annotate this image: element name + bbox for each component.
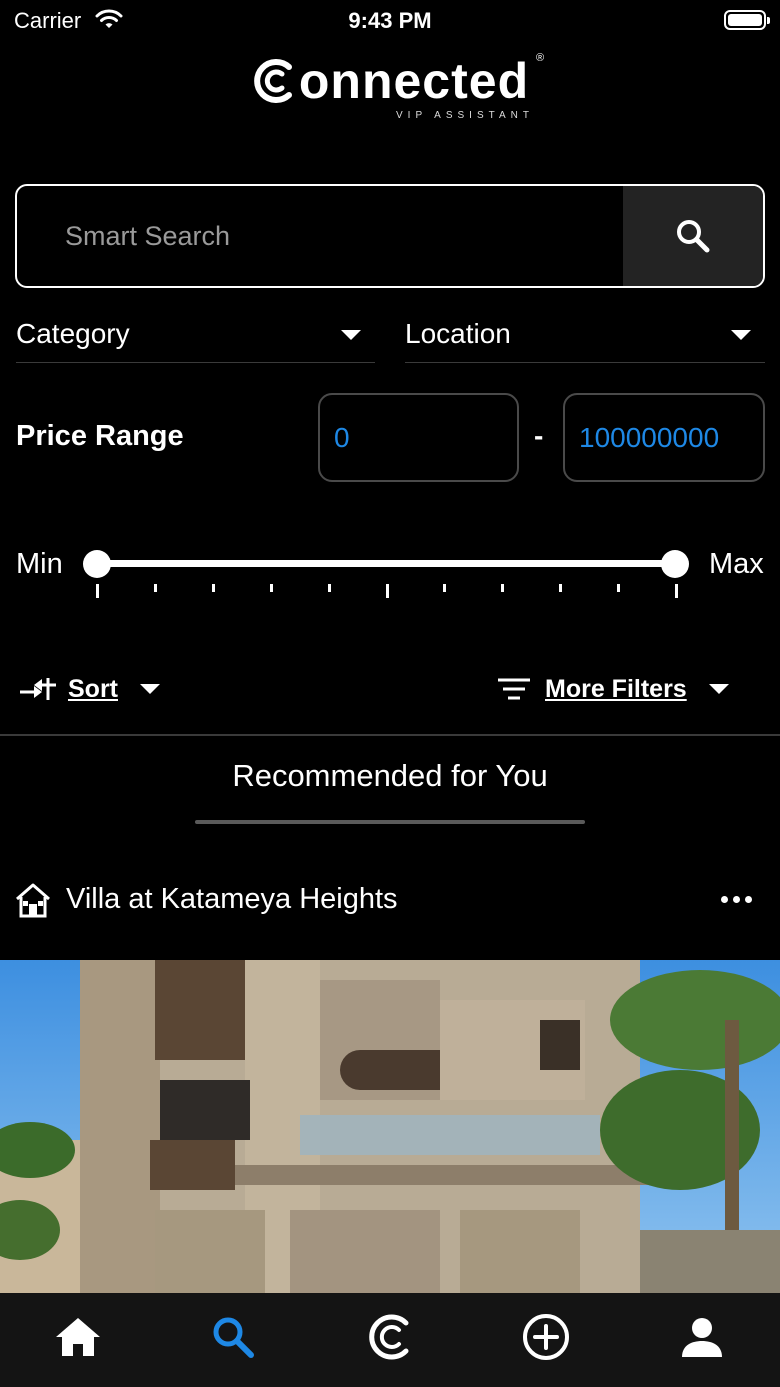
sort-arrows-icon bbox=[20, 678, 56, 700]
category-dropdown[interactable]: Category bbox=[16, 310, 375, 363]
price-min-field[interactable]: 0 bbox=[318, 393, 519, 482]
chevron-down-icon bbox=[731, 330, 751, 340]
price-max-field[interactable]: 100000000 bbox=[563, 393, 765, 482]
more-filters-label: More Filters bbox=[545, 674, 687, 703]
profile-icon bbox=[682, 1318, 722, 1357]
tab-active-indicator bbox=[195, 820, 585, 824]
location-label: Location bbox=[405, 318, 511, 349]
filter-icon bbox=[498, 678, 530, 700]
nav-connected[interactable] bbox=[364, 1311, 416, 1363]
bottom-nav bbox=[0, 1293, 780, 1387]
slider-tick bbox=[153, 584, 157, 592]
chevron-down-icon bbox=[341, 330, 361, 340]
location-dropdown[interactable]: Location bbox=[405, 310, 765, 363]
slider-tick bbox=[675, 584, 678, 598]
logo-tagline: VIP ASSISTANT bbox=[396, 110, 534, 121]
smart-search-input[interactable] bbox=[17, 186, 623, 286]
listing-photo[interactable] bbox=[0, 960, 780, 1293]
slider-tick bbox=[559, 584, 563, 592]
search-button[interactable] bbox=[623, 186, 763, 286]
slider-min-label: Min bbox=[16, 548, 63, 580]
battery-icon bbox=[724, 10, 770, 30]
more-filters-button[interactable]: More Filters bbox=[497, 672, 729, 706]
more-options-icon[interactable] bbox=[721, 896, 752, 903]
villa-photo bbox=[0, 960, 780, 1293]
nav-search[interactable] bbox=[207, 1311, 259, 1363]
slider-tick bbox=[501, 584, 505, 592]
slider-max-label: Max bbox=[709, 548, 764, 580]
slider-tick bbox=[327, 584, 331, 592]
tab-recommended[interactable]: Recommended for You bbox=[195, 758, 585, 824]
chevron-down-icon bbox=[708, 684, 729, 694]
search-icon bbox=[677, 220, 710, 253]
nav-home[interactable] bbox=[52, 1311, 104, 1363]
nav-profile[interactable] bbox=[676, 1311, 728, 1363]
chevron-down-icon bbox=[140, 684, 160, 694]
house-icon bbox=[16, 883, 50, 918]
slider-max-handle[interactable] bbox=[661, 550, 689, 578]
sort-label: Sort bbox=[68, 674, 118, 703]
slider-tick bbox=[385, 584, 389, 598]
home-icon bbox=[56, 1318, 100, 1356]
sort-button[interactable]: Sort bbox=[18, 672, 160, 706]
search-icon bbox=[213, 1317, 254, 1358]
price-slider-track[interactable] bbox=[97, 560, 675, 567]
add-circle-icon bbox=[523, 1314, 569, 1360]
listing-title[interactable]: Villa at Katameya Heights bbox=[66, 883, 398, 916]
connected-logo-icon bbox=[254, 59, 292, 103]
slider-tick bbox=[269, 584, 273, 592]
logo-registered-mark: ® bbox=[536, 52, 545, 64]
app-logo: onnected ® VIP ASSISTANT bbox=[0, 52, 780, 132]
status-bar: Carrier 9:43 PM bbox=[0, 0, 780, 40]
smart-search-bar bbox=[15, 184, 765, 288]
slider-tick bbox=[617, 584, 621, 592]
nav-add[interactable] bbox=[520, 1311, 572, 1363]
logo-wordmark: onnected bbox=[298, 53, 530, 109]
price-range-label: Price Range bbox=[16, 420, 184, 452]
slider-min-handle[interactable] bbox=[83, 550, 111, 578]
slider-tick bbox=[211, 584, 215, 592]
category-label: Category bbox=[16, 318, 130, 349]
listing-header: Villa at Katameya Heights bbox=[14, 878, 766, 924]
status-time: 9:43 PM bbox=[348, 8, 432, 33]
price-separator: - bbox=[534, 420, 544, 451]
section-divider bbox=[0, 734, 780, 736]
connected-logo-icon bbox=[369, 1314, 409, 1360]
slider-tick bbox=[96, 584, 99, 598]
slider-tick bbox=[443, 584, 447, 592]
